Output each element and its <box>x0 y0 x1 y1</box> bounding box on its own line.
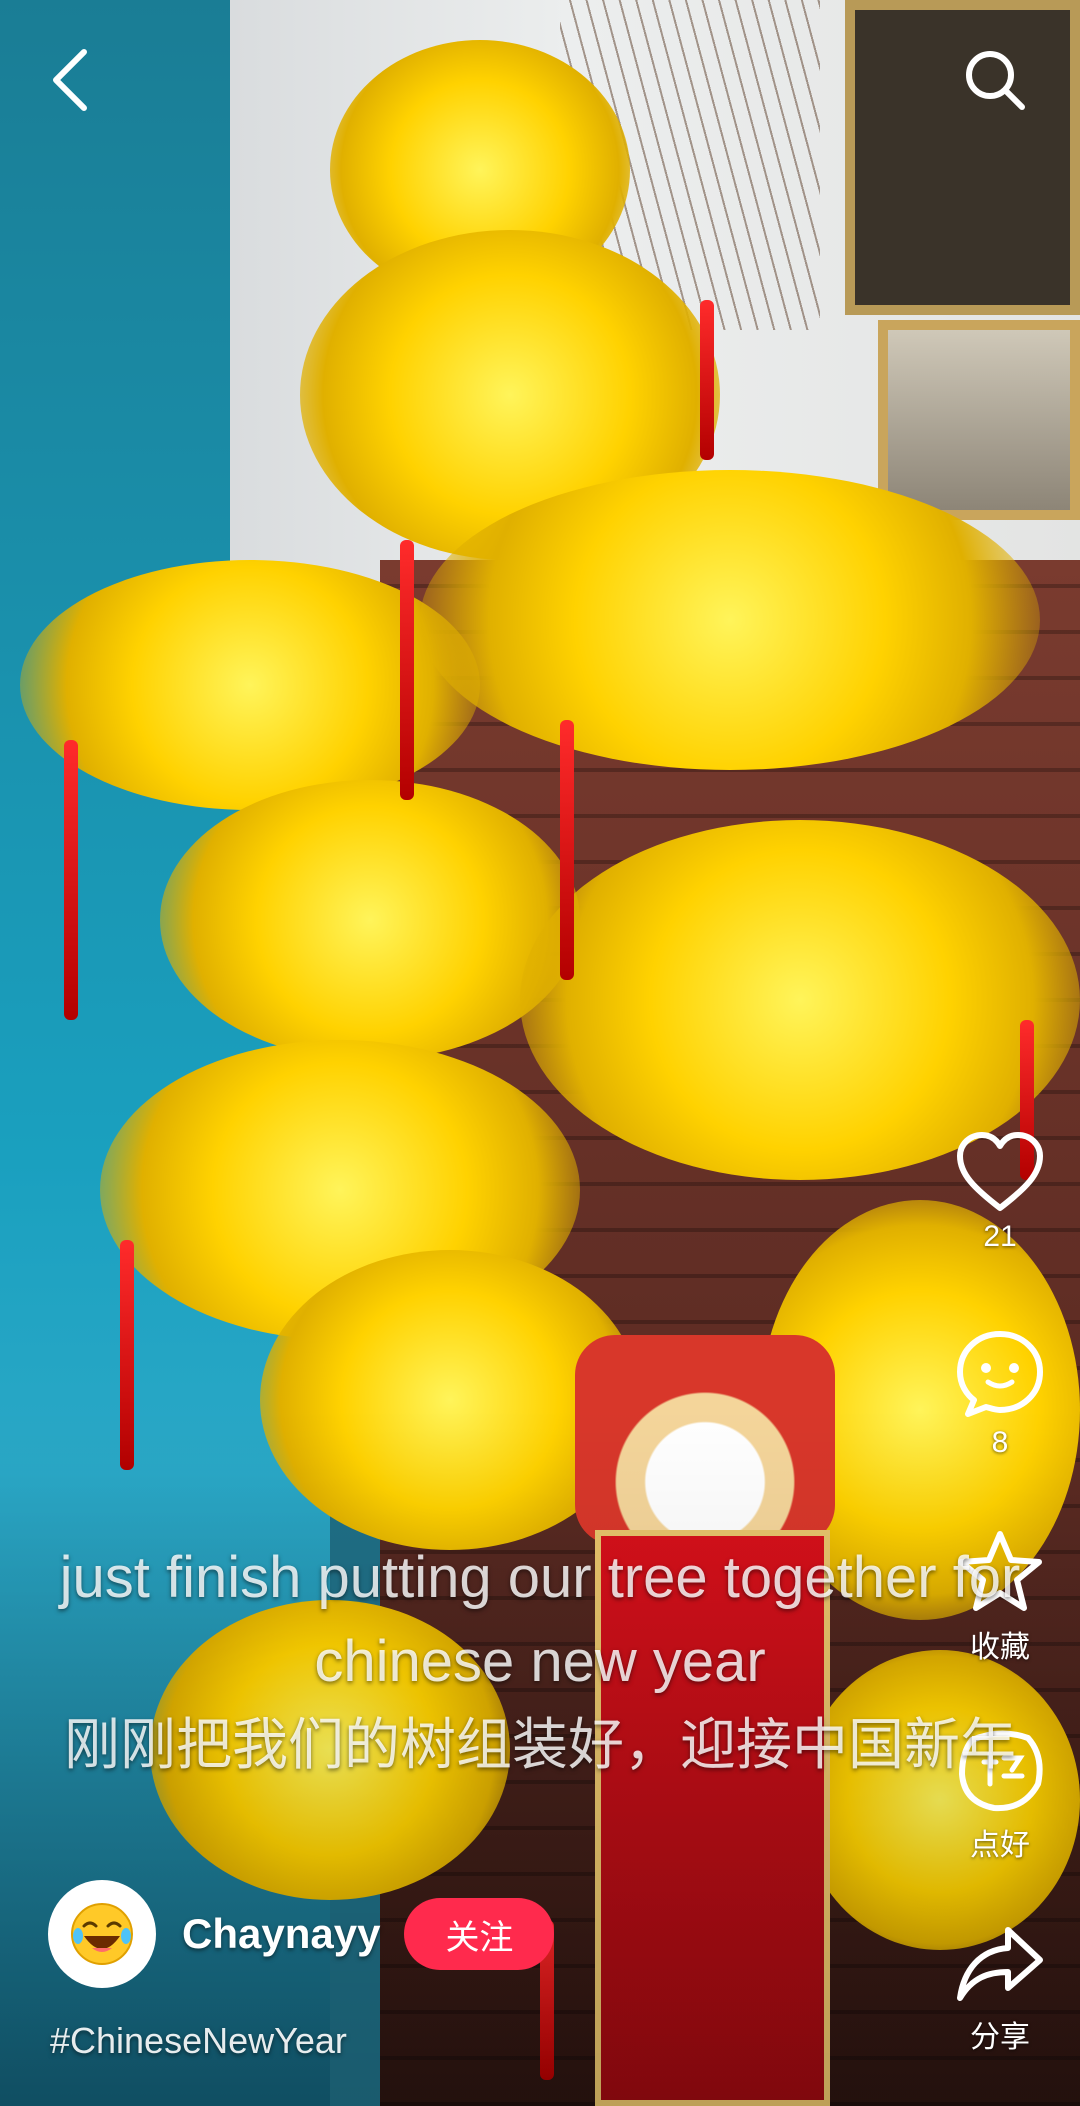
comment-count: 8 <box>991 1426 1009 1459</box>
laughing-emoji-avatar <box>71 1903 133 1965</box>
share-button[interactable]: 分享 <box>950 1922 1050 2056</box>
like-count: 21 <box>983 1220 1017 1253</box>
comment-button[interactable]: 8 <box>950 1328 1050 1460</box>
search-button[interactable] <box>955 40 1035 120</box>
red-tassel <box>64 740 78 1020</box>
video-background[interactable] <box>0 0 1080 2106</box>
heart-icon <box>957 1132 1043 1211</box>
caption-english: just finish putting our tree together fo… <box>59 1545 1021 1694</box>
avatar[interactable] <box>48 1880 156 1988</box>
author-name[interactable]: Chaynayy <box>182 1910 380 1958</box>
like-button[interactable]: 21 <box>950 1130 1050 1254</box>
comment-icon <box>957 1331 1043 1417</box>
share-label: 分享 <box>970 2020 1030 2055</box>
caption-chinese: 刚刚把我们的树组装好，迎接中国新年 <box>64 1713 1016 1778</box>
share-arrow-icon <box>957 1927 1043 2001</box>
chevron-left-icon <box>53 49 87 111</box>
author-bar: Chaynayy 关注 <box>48 1880 555 1988</box>
back-button[interactable] <box>40 40 100 120</box>
video-caption: just finish putting our tree together fo… <box>30 1536 1050 1786</box>
hashtag-link[interactable]: #ChineseNewYear <box>50 2020 347 2062</box>
blossom-cluster <box>520 820 1080 1180</box>
red-tassel <box>700 300 714 460</box>
red-tassel <box>400 540 414 800</box>
blossom-cluster <box>420 470 1040 770</box>
good-label: 点好 <box>970 1828 1030 1863</box>
red-tassel <box>560 720 574 980</box>
photo-frame <box>878 320 1080 520</box>
follow-button[interactable]: 关注 <box>404 1898 555 1970</box>
blossom-cluster <box>160 780 580 1060</box>
search-icon <box>966 51 1025 110</box>
